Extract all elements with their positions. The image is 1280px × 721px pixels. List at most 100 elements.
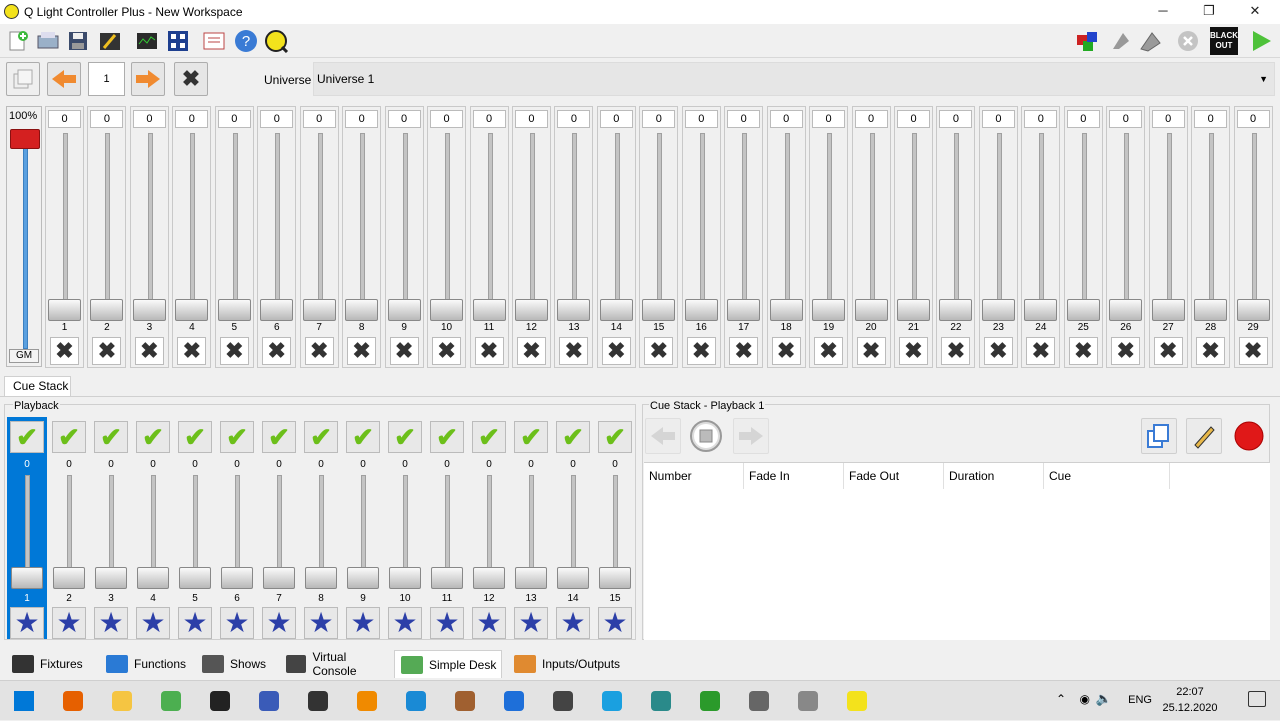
channel-slider-track[interactable] bbox=[1081, 133, 1087, 313]
channel-value-field[interactable]: 0 bbox=[939, 110, 973, 128]
tab-functions[interactable]: Functions bbox=[100, 650, 190, 678]
channel-value-field[interactable]: 0 bbox=[260, 110, 294, 128]
settings-icon[interactable] bbox=[745, 687, 773, 715]
tab-simple-desk[interactable]: Simple Desk bbox=[394, 650, 502, 678]
tab-virtual-console[interactable]: Virtual Console bbox=[280, 650, 388, 678]
universe-select[interactable]: Universe 1 ▼ bbox=[313, 62, 1275, 96]
playback-slider-handle[interactable] bbox=[179, 567, 211, 589]
channel-reset-button[interactable]: ✖ bbox=[516, 337, 546, 365]
channel-value-field[interactable]: 0 bbox=[175, 110, 209, 128]
channel-slider-handle[interactable] bbox=[260, 299, 294, 321]
playback-slider-handle[interactable] bbox=[263, 567, 295, 589]
channel-value-field[interactable]: 0 bbox=[557, 110, 591, 128]
help-icon[interactable]: ? bbox=[232, 27, 259, 54]
channel-reset-button[interactable]: ✖ bbox=[771, 337, 801, 365]
obs-icon[interactable] bbox=[304, 687, 332, 715]
channel-reset-button[interactable]: ✖ bbox=[134, 337, 164, 365]
select-playback-button[interactable]: ✔ bbox=[556, 421, 590, 453]
channel-reset-button[interactable]: ✖ bbox=[686, 337, 716, 365]
edit-mode-icon[interactable] bbox=[96, 27, 123, 54]
stop-all-icon[interactable] bbox=[1137, 27, 1164, 54]
playback-slider-handle[interactable] bbox=[305, 567, 337, 589]
panic-icon[interactable] bbox=[1107, 27, 1134, 54]
channel-slider-track[interactable] bbox=[529, 133, 535, 313]
playback-slot[interactable]: ✔ 0 15 ★ bbox=[595, 417, 635, 639]
channel-slider-handle[interactable] bbox=[387, 299, 421, 321]
playback-slot[interactable]: ✔ 0 8 ★ bbox=[301, 417, 341, 639]
page-number-field[interactable]: 1 bbox=[88, 62, 125, 96]
channel-slider-track[interactable] bbox=[1209, 133, 1215, 313]
select-playback-button[interactable]: ✔ bbox=[430, 421, 464, 453]
channel-slider-track[interactable] bbox=[742, 133, 748, 313]
minimize-button[interactable]: ─ bbox=[1140, 0, 1186, 24]
channel-slider-track[interactable] bbox=[912, 133, 917, 313]
channel-slider-track[interactable] bbox=[402, 133, 408, 313]
select-playback-button[interactable]: ✔ bbox=[136, 421, 170, 453]
channel-reset-button[interactable]: ✖ bbox=[177, 337, 207, 365]
select-playback-button[interactable]: ✔ bbox=[178, 421, 212, 453]
channel-value-field[interactable]: 0 bbox=[345, 110, 379, 128]
notifications-icon[interactable] bbox=[1248, 691, 1266, 707]
channel-reset-button[interactable]: ✖ bbox=[347, 337, 377, 365]
playback-slot[interactable]: ✔ 0 13 ★ bbox=[511, 417, 551, 639]
edit-cue-button[interactable] bbox=[1186, 418, 1222, 454]
media-icon[interactable] bbox=[451, 687, 479, 715]
monitor-icon[interactable] bbox=[133, 27, 160, 54]
cue-table-header[interactable]: Fade In bbox=[744, 463, 844, 489]
next-page-button[interactable] bbox=[131, 62, 165, 96]
channel-reset-button[interactable]: ✖ bbox=[1238, 337, 1268, 365]
playback-slider-handle[interactable] bbox=[473, 567, 505, 589]
channel-value-field[interactable]: 0 bbox=[514, 110, 548, 128]
channel-slider-track[interactable] bbox=[147, 133, 153, 313]
tab-shows[interactable]: Shows bbox=[196, 650, 274, 678]
cue-table-header[interactable]: Fade Out bbox=[844, 463, 944, 489]
dump-dmx-icon[interactable] bbox=[200, 27, 227, 54]
channel-slider-handle[interactable] bbox=[302, 299, 336, 321]
playback-slider-handle[interactable] bbox=[11, 567, 43, 589]
channel-reset-button[interactable]: ✖ bbox=[1026, 337, 1056, 365]
channel-reset-button[interactable]: ✖ bbox=[814, 337, 844, 365]
channel-reset-button[interactable]: ✖ bbox=[729, 337, 759, 365]
channel-slider-track[interactable] bbox=[360, 133, 366, 313]
clock-time[interactable]: 22:07 bbox=[1160, 686, 1220, 698]
new-workspace-icon[interactable] bbox=[4, 27, 31, 54]
tray-chevron-icon[interactable]: ⌃ bbox=[1056, 692, 1066, 706]
playback-slider-handle[interactable] bbox=[221, 567, 253, 589]
select-playback-button[interactable]: ✔ bbox=[10, 421, 44, 453]
channel-slider-track[interactable] bbox=[784, 133, 790, 313]
grand-master-slider[interactable] bbox=[10, 129, 40, 149]
channel-value-field[interactable]: 0 bbox=[812, 110, 846, 128]
channel-reset-button[interactable]: ✖ bbox=[983, 337, 1013, 365]
playback-slider-handle[interactable] bbox=[347, 567, 379, 589]
network-icon[interactable] bbox=[255, 687, 283, 715]
channel-slider-handle[interactable] bbox=[684, 299, 718, 321]
channel-reset-button[interactable]: ✖ bbox=[601, 337, 631, 365]
channel-value-field[interactable]: 0 bbox=[90, 110, 124, 128]
playback-slider-handle[interactable] bbox=[515, 567, 547, 589]
channel-reset-button[interactable]: ✖ bbox=[899, 337, 928, 365]
channel-slider-track[interactable] bbox=[572, 133, 578, 313]
playback-slider-handle[interactable] bbox=[53, 567, 85, 589]
channel-slider-handle[interactable] bbox=[430, 299, 464, 321]
channel-value-field[interactable]: 0 bbox=[1236, 110, 1270, 128]
playback-slider-handle[interactable] bbox=[431, 567, 463, 589]
flash-playback-button[interactable]: ★ bbox=[556, 607, 590, 639]
tray-game-icon[interactable]: ◉ bbox=[1080, 692, 1090, 706]
channel-slider-track[interactable] bbox=[317, 133, 323, 313]
flash-playback-button[interactable]: ★ bbox=[262, 607, 296, 639]
select-playback-button[interactable]: ✔ bbox=[94, 421, 128, 453]
playback-slot[interactable]: ✔ 0 2 ★ bbox=[49, 417, 89, 639]
select-playback-button[interactable]: ✔ bbox=[52, 421, 86, 453]
close-button[interactable]: ✕ bbox=[1232, 0, 1278, 24]
audio-icon[interactable] bbox=[647, 687, 675, 715]
flash-playback-button[interactable]: ★ bbox=[304, 607, 338, 639]
channel-reset-button[interactable]: ✖ bbox=[941, 337, 971, 365]
channel-slider-track[interactable] bbox=[614, 133, 620, 313]
channel-value-field[interactable]: 0 bbox=[727, 110, 761, 128]
channel-value-field[interactable]: 0 bbox=[642, 110, 676, 128]
select-playback-button[interactable]: ✔ bbox=[514, 421, 548, 453]
cue-table-header[interactable]: Duration bbox=[944, 463, 1044, 489]
channel-slider-track[interactable] bbox=[232, 133, 238, 313]
channel-slider-handle[interactable] bbox=[1024, 299, 1058, 321]
channel-slider-handle[interactable] bbox=[981, 299, 1015, 321]
